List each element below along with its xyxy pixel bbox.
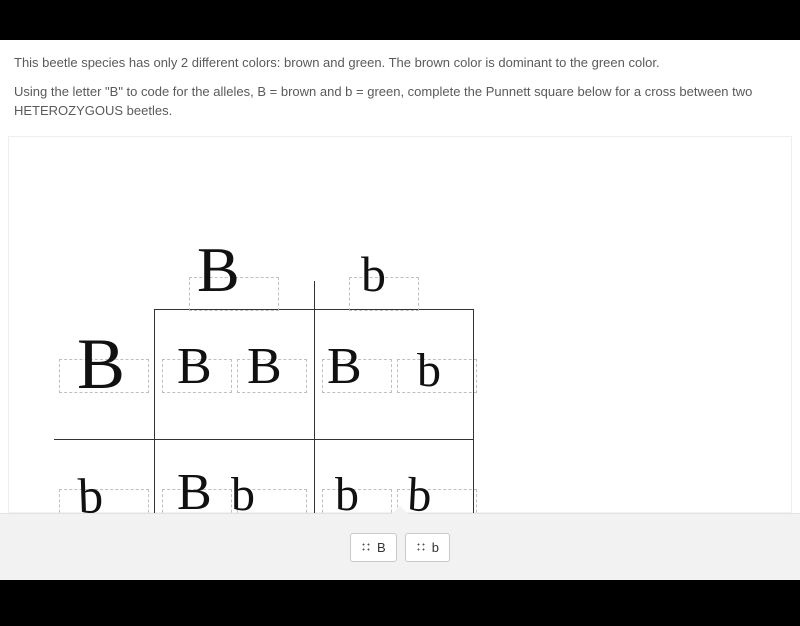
drop-slot-cell-00-a[interactable]	[162, 359, 232, 393]
allele-tile-toolbar: B b	[0, 513, 800, 580]
punnett-work-area: B b B b B B B b B b b b	[8, 136, 792, 514]
prompt-line-1: This beetle species has only 2 different…	[14, 54, 786, 73]
allele-tile-label: B	[377, 540, 386, 555]
drag-grip-icon	[361, 542, 371, 552]
grid-line	[54, 439, 474, 440]
allele-tile-B[interactable]: B	[350, 533, 397, 562]
allele-tile-label: b	[432, 540, 439, 555]
drop-slot-cell-01-a[interactable]	[322, 359, 392, 393]
question-prompt: This beetle species has only 2 different…	[0, 40, 800, 121]
drag-grip-icon	[416, 542, 426, 552]
drop-slot-top-left[interactable]	[189, 277, 279, 311]
drop-slot-cell-00-b[interactable]	[237, 359, 307, 393]
drop-slot-cell-01-b[interactable]	[397, 359, 477, 393]
worksheet-page: This beetle species has only 2 different…	[0, 40, 800, 580]
drop-slot-top-right[interactable]	[349, 277, 419, 311]
prompt-line-2: Using the letter "B" to code for the all…	[14, 83, 786, 121]
drop-slot-left-top[interactable]	[59, 359, 149, 393]
allele-tile-b[interactable]: b	[405, 533, 450, 562]
